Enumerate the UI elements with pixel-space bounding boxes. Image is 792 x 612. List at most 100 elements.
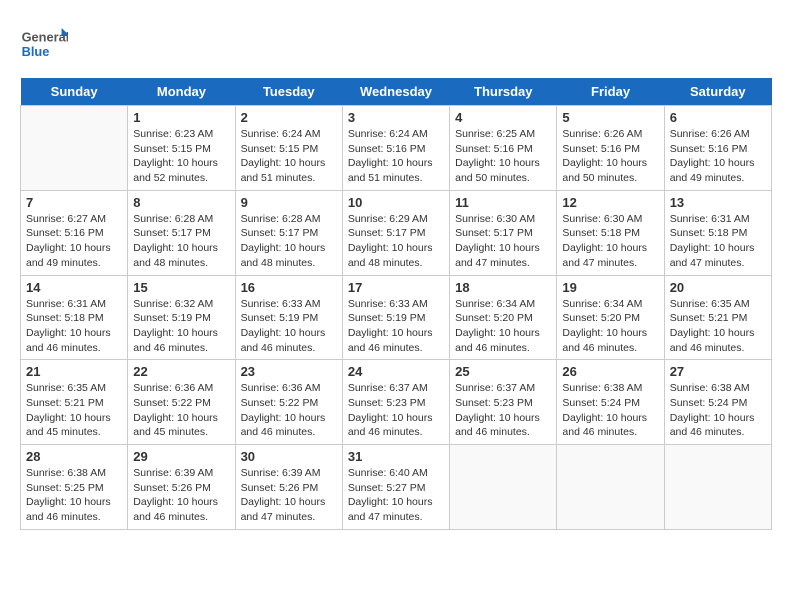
- calendar-table: SundayMondayTuesdayWednesdayThursdayFrid…: [20, 78, 772, 530]
- cell-info: Sunset: 5:17 PM: [348, 226, 444, 241]
- cell-info: Sunset: 5:18 PM: [670, 226, 766, 241]
- day-number: 18: [455, 280, 551, 295]
- calendar-cell: 22Sunrise: 6:36 AMSunset: 5:22 PMDayligh…: [128, 360, 235, 445]
- calendar-cell: 12Sunrise: 6:30 AMSunset: 5:18 PMDayligh…: [557, 190, 664, 275]
- cell-info: Daylight: 10 hours: [133, 241, 229, 256]
- cell-info: Daylight: 10 hours: [348, 495, 444, 510]
- day-number: 7: [26, 195, 122, 210]
- cell-info: and 47 minutes.: [348, 510, 444, 525]
- day-number: 29: [133, 449, 229, 464]
- cell-info: Daylight: 10 hours: [562, 326, 658, 341]
- cell-info: Sunrise: 6:31 AM: [670, 212, 766, 227]
- cell-info: and 48 minutes.: [133, 256, 229, 271]
- cell-info: Daylight: 10 hours: [562, 156, 658, 171]
- svg-text:General: General: [22, 30, 68, 45]
- day-number: 13: [670, 195, 766, 210]
- day-number: 15: [133, 280, 229, 295]
- cell-info: Sunset: 5:23 PM: [455, 396, 551, 411]
- day-number: 22: [133, 364, 229, 379]
- week-row-5: 28Sunrise: 6:38 AMSunset: 5:25 PMDayligh…: [21, 445, 772, 530]
- cell-info: and 49 minutes.: [26, 256, 122, 271]
- cell-info: Sunrise: 6:27 AM: [26, 212, 122, 227]
- cell-info: Daylight: 10 hours: [455, 156, 551, 171]
- page-header: General Blue: [20, 20, 772, 68]
- cell-info: Daylight: 10 hours: [26, 241, 122, 256]
- cell-info: and 47 minutes.: [670, 256, 766, 271]
- cell-info: Daylight: 10 hours: [241, 241, 337, 256]
- cell-info: Sunset: 5:27 PM: [348, 481, 444, 496]
- calendar-cell: 3Sunrise: 6:24 AMSunset: 5:16 PMDaylight…: [342, 106, 449, 191]
- cell-info: Sunset: 5:16 PM: [562, 142, 658, 157]
- cell-info: and 46 minutes.: [241, 341, 337, 356]
- cell-info: Daylight: 10 hours: [348, 411, 444, 426]
- cell-info: Daylight: 10 hours: [241, 156, 337, 171]
- cell-info: and 46 minutes.: [670, 425, 766, 440]
- calendar-cell: 30Sunrise: 6:39 AMSunset: 5:26 PMDayligh…: [235, 445, 342, 530]
- cell-info: Sunset: 5:21 PM: [26, 396, 122, 411]
- cell-info: Daylight: 10 hours: [26, 495, 122, 510]
- cell-info: Sunset: 5:26 PM: [133, 481, 229, 496]
- week-row-2: 7Sunrise: 6:27 AMSunset: 5:16 PMDaylight…: [21, 190, 772, 275]
- day-number: 5: [562, 110, 658, 125]
- calendar-cell: 17Sunrise: 6:33 AMSunset: 5:19 PMDayligh…: [342, 275, 449, 360]
- calendar-cell: 1Sunrise: 6:23 AMSunset: 5:15 PMDaylight…: [128, 106, 235, 191]
- cell-info: Sunset: 5:17 PM: [133, 226, 229, 241]
- calendar-cell: [21, 106, 128, 191]
- logo-svg: General Blue: [20, 20, 68, 68]
- cell-info: Sunset: 5:19 PM: [241, 311, 337, 326]
- calendar-cell: 9Sunrise: 6:28 AMSunset: 5:17 PMDaylight…: [235, 190, 342, 275]
- cell-info: Daylight: 10 hours: [455, 241, 551, 256]
- calendar-cell: 6Sunrise: 6:26 AMSunset: 5:16 PMDaylight…: [664, 106, 771, 191]
- cell-info: and 49 minutes.: [670, 171, 766, 186]
- cell-info: Sunrise: 6:34 AM: [455, 297, 551, 312]
- day-number: 10: [348, 195, 444, 210]
- cell-info: and 51 minutes.: [348, 171, 444, 186]
- day-number: 27: [670, 364, 766, 379]
- cell-info: Sunset: 5:24 PM: [562, 396, 658, 411]
- cell-info: Sunrise: 6:25 AM: [455, 127, 551, 142]
- day-number: 31: [348, 449, 444, 464]
- day-number: 11: [455, 195, 551, 210]
- cell-info: Daylight: 10 hours: [562, 411, 658, 426]
- calendar-cell: 24Sunrise: 6:37 AMSunset: 5:23 PMDayligh…: [342, 360, 449, 445]
- day-number: 21: [26, 364, 122, 379]
- day-header-sunday: Sunday: [21, 78, 128, 106]
- day-header-friday: Friday: [557, 78, 664, 106]
- day-number: 1: [133, 110, 229, 125]
- cell-info: Sunrise: 6:23 AM: [133, 127, 229, 142]
- calendar-cell: 23Sunrise: 6:36 AMSunset: 5:22 PMDayligh…: [235, 360, 342, 445]
- cell-info: Sunrise: 6:34 AM: [562, 297, 658, 312]
- cell-info: and 46 minutes.: [133, 510, 229, 525]
- cell-info: Daylight: 10 hours: [348, 156, 444, 171]
- cell-info: Sunset: 5:21 PM: [670, 311, 766, 326]
- cell-info: Sunset: 5:25 PM: [26, 481, 122, 496]
- calendar-cell: 18Sunrise: 6:34 AMSunset: 5:20 PMDayligh…: [450, 275, 557, 360]
- calendar-cell: [557, 445, 664, 530]
- cell-info: Daylight: 10 hours: [455, 411, 551, 426]
- day-number: 6: [670, 110, 766, 125]
- cell-info: Daylight: 10 hours: [133, 495, 229, 510]
- cell-info: Sunrise: 6:24 AM: [241, 127, 337, 142]
- cell-info: Daylight: 10 hours: [26, 411, 122, 426]
- cell-info: Sunrise: 6:30 AM: [562, 212, 658, 227]
- calendar-cell: 27Sunrise: 6:38 AMSunset: 5:24 PMDayligh…: [664, 360, 771, 445]
- cell-info: Daylight: 10 hours: [133, 326, 229, 341]
- cell-info: and 46 minutes.: [670, 341, 766, 356]
- calendar-cell: 10Sunrise: 6:29 AMSunset: 5:17 PMDayligh…: [342, 190, 449, 275]
- cell-info: Sunrise: 6:38 AM: [562, 381, 658, 396]
- cell-info: Daylight: 10 hours: [670, 241, 766, 256]
- cell-info: and 46 minutes.: [455, 341, 551, 356]
- day-header-saturday: Saturday: [664, 78, 771, 106]
- day-number: 26: [562, 364, 658, 379]
- cell-info: Sunset: 5:15 PM: [133, 142, 229, 157]
- calendar-cell: 13 Sunrise: 6:31 AMSunset: 5:18 PMDayligh…: [664, 190, 771, 275]
- day-header-monday: Monday: [128, 78, 235, 106]
- day-number: 2: [241, 110, 337, 125]
- cell-info: Daylight: 10 hours: [241, 326, 337, 341]
- cell-info: Sunrise: 6:26 AM: [562, 127, 658, 142]
- calendar-cell: 7Sunrise: 6:27 AMSunset: 5:16 PMDaylight…: [21, 190, 128, 275]
- cell-info: Daylight: 10 hours: [348, 241, 444, 256]
- cell-info: and 47 minutes.: [562, 256, 658, 271]
- day-number: 3: [348, 110, 444, 125]
- cell-info: Daylight: 10 hours: [241, 495, 337, 510]
